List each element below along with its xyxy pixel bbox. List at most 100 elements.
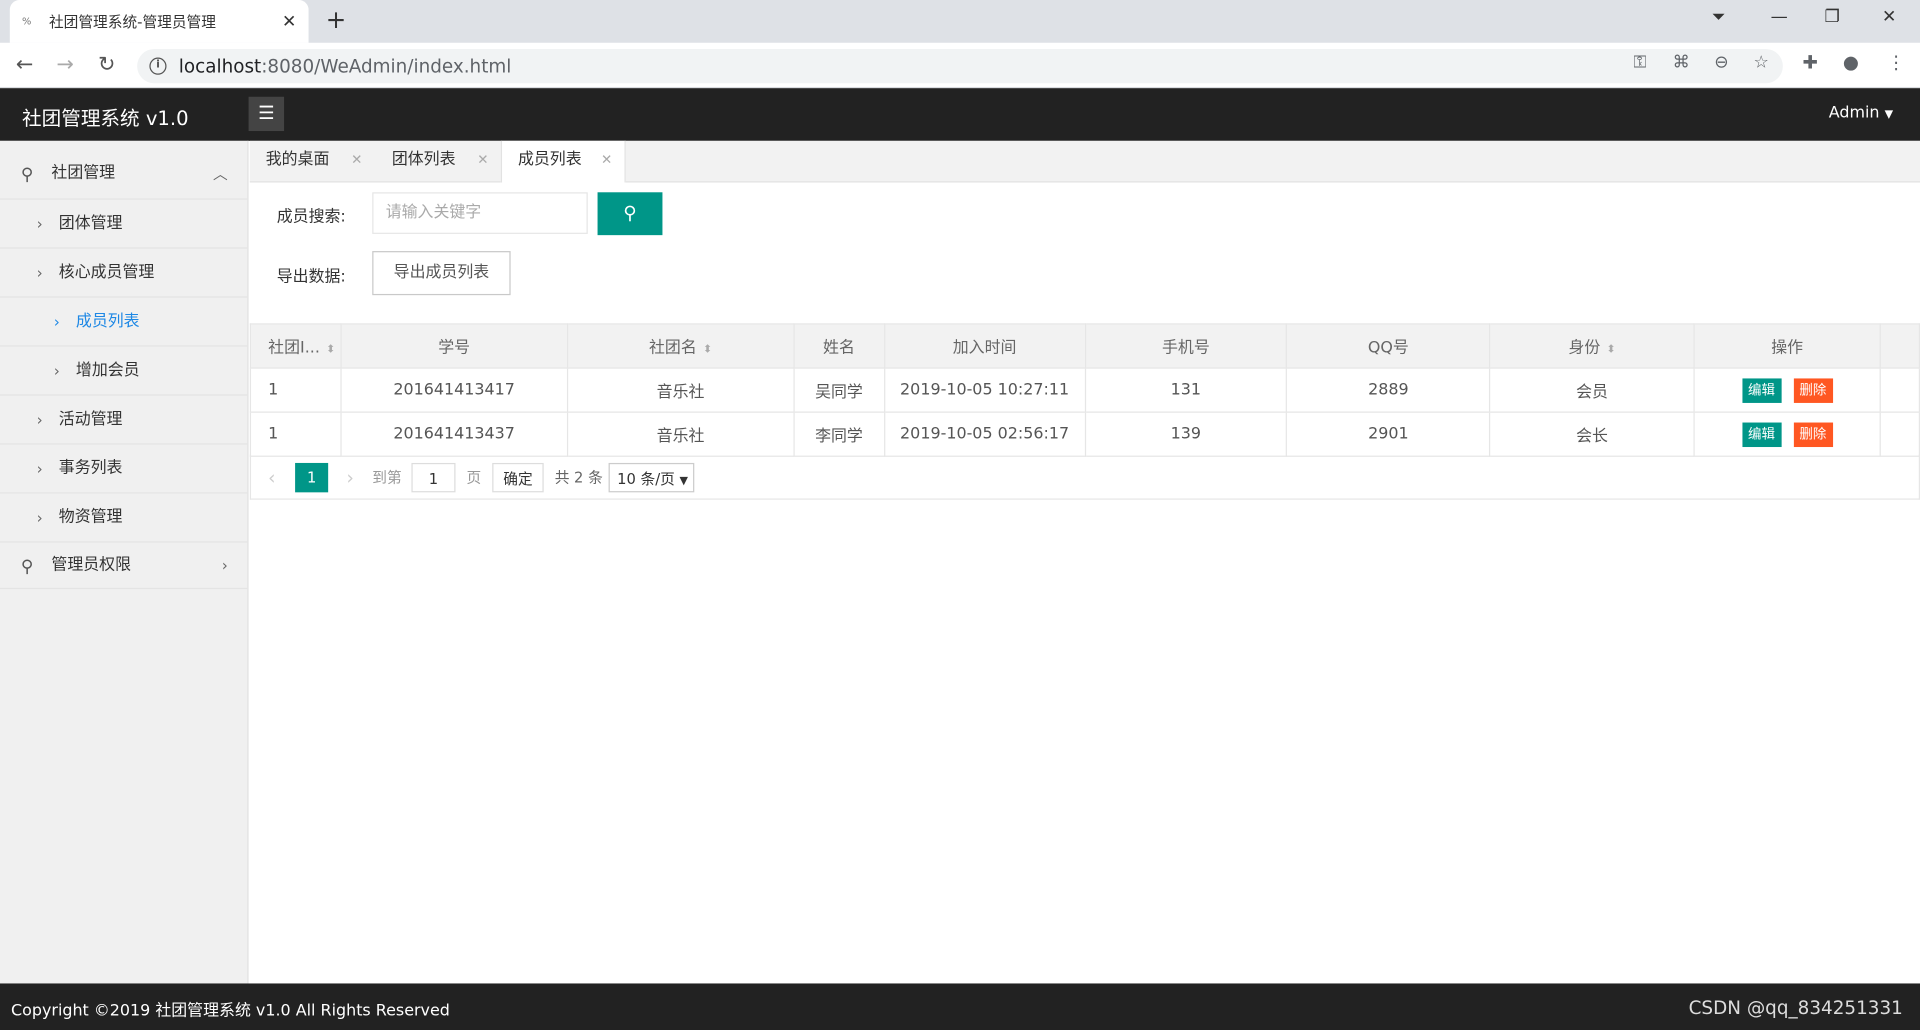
site-info-icon[interactable]: i bbox=[149, 57, 167, 75]
column-header: 学号 bbox=[340, 323, 569, 369]
tab-desktop[interactable]: 我的桌面 ✕ bbox=[250, 141, 375, 183]
profile-menu-icon[interactable]: ⏷ bbox=[1712, 7, 1726, 27]
sidebar-item-member-list[interactable]: › 成员列表 bbox=[0, 298, 248, 347]
translate-icon[interactable]: ⌘ bbox=[1673, 53, 1690, 73]
close-icon[interactable]: ✕ bbox=[477, 141, 488, 180]
column-header: 加入时间 bbox=[883, 323, 1086, 369]
sidebar-group-admin[interactable]: ⚲ 管理员权限 › bbox=[0, 543, 248, 590]
sidebar-item-label: 事务列表 bbox=[58, 459, 123, 478]
chevron-right-icon: › bbox=[36, 264, 43, 282]
export-button[interactable]: 导出成员列表 bbox=[372, 251, 511, 296]
browser-tabstrip: % 社团管理系统-管理员管理 ✕ + ⏷ — ❐ ✕ bbox=[0, 0, 1920, 43]
caret-down-icon: ▼ bbox=[1884, 109, 1894, 122]
account-icon[interactable]: ● bbox=[1843, 51, 1859, 73]
table-header-row: 社团I... ⬍ 学号 社团名 ⬍ 姓名 加入时间 手机号 QQ号 身份 ⬍ 操作 bbox=[249, 323, 1920, 369]
user-menu[interactable]: Admin ▼ bbox=[1829, 104, 1893, 122]
sidebar-group-club[interactable]: ⚲ 社团管理 ︿ bbox=[0, 141, 248, 200]
browser-toolbar: ← → ↻ i localhost:8080/WeAdmin/index.htm… bbox=[0, 42, 1920, 89]
next-page-icon[interactable]: › bbox=[347, 463, 354, 492]
pagination: ‹ 1 › 到第 1 页 确定 共 2 条 10 条/页 ▼ bbox=[249, 454, 1920, 500]
sidebar-item-groups[interactable]: › 团体管理 bbox=[0, 200, 248, 249]
admin-user-icon: ⚲ bbox=[20, 557, 34, 577]
cell-name: 李同学 bbox=[793, 411, 885, 457]
tab-label: 成员列表 bbox=[517, 150, 582, 170]
cell-role: 会长 bbox=[1489, 411, 1695, 457]
sidebar-item-core-members[interactable]: › 核心成员管理 bbox=[0, 249, 248, 298]
page-current[interactable]: 1 bbox=[295, 462, 329, 493]
sidebar-item-label: 团体管理 bbox=[58, 214, 123, 233]
close-window-icon[interactable]: ✕ bbox=[1882, 7, 1896, 27]
new-tab-icon[interactable]: + bbox=[326, 5, 347, 34]
sidebar-group-label: 管理员权限 bbox=[51, 556, 132, 575]
column-header[interactable]: 身份 ⬍ bbox=[1489, 323, 1695, 369]
sidebar-item-affairs[interactable]: › 事务列表 bbox=[0, 445, 248, 494]
chevron-right-icon: › bbox=[36, 215, 43, 233]
delete-button[interactable]: 删除 bbox=[1793, 421, 1833, 447]
chevron-down-icon: ▼ bbox=[679, 475, 689, 488]
sidebar-item-label: 增加会员 bbox=[75, 361, 140, 380]
zoom-icon[interactable]: ⊖ bbox=[1714, 53, 1728, 73]
tab-member-list[interactable]: 成员列表 ✕ bbox=[500, 140, 626, 184]
extensions-icon[interactable]: ✚ bbox=[1802, 51, 1817, 73]
table-row: 1 201641413417 音乐社 吴同学 2019-10-05 10:27:… bbox=[249, 367, 1920, 413]
reload-icon[interactable]: ↻ bbox=[98, 53, 115, 77]
bookmark-star-icon[interactable]: ☆ bbox=[1753, 53, 1768, 73]
sort-icon[interactable]: ⬍ bbox=[1606, 344, 1615, 356]
cell-actions: 编辑 删除 bbox=[1693, 367, 1881, 413]
browser-tab-title: 社团管理系统-管理员管理 bbox=[48, 13, 216, 31]
sort-icon[interactable]: ⬍ bbox=[703, 344, 712, 356]
goto-page-input[interactable]: 1 bbox=[411, 462, 456, 493]
total-count: 共 2 条 bbox=[554, 469, 603, 487]
cell-role: 会员 bbox=[1489, 367, 1695, 413]
sidebar-item-activities[interactable]: › 活动管理 bbox=[0, 396, 248, 445]
table-row: 1 201641413437 音乐社 李同学 2019-10-05 02:56:… bbox=[249, 411, 1920, 457]
search-label: 成员搜索: bbox=[276, 208, 346, 227]
goto-confirm-button[interactable]: 确定 bbox=[492, 462, 544, 493]
chevron-right-icon: › bbox=[36, 411, 43, 429]
cell-joined: 2019-10-05 10:27:11 bbox=[883, 367, 1086, 413]
footer: Copyright ©2019 社团管理系统 v1.0 All Rights R… bbox=[0, 983, 1920, 1030]
content-tabs: 我的桌面 ✕ 团体列表 ✕ 成员列表 ✕ bbox=[249, 140, 1920, 184]
user-name: Admin bbox=[1828, 104, 1880, 123]
user-icon: ⚲ bbox=[20, 165, 34, 185]
menu-toggle-icon[interactable]: ☰ bbox=[248, 96, 285, 132]
sidebar-item-add-member[interactable]: › 增加会员 bbox=[0, 347, 248, 396]
delete-button[interactable]: 删除 bbox=[1793, 377, 1833, 403]
url-text: localhost:8080/WeAdmin/index.html bbox=[178, 55, 512, 78]
cell-qq: 2901 bbox=[1286, 411, 1491, 457]
sidebar-item-label: 核心成员管理 bbox=[58, 263, 155, 282]
chevron-right-icon: › bbox=[53, 313, 60, 331]
app-header: 社团管理系统 v1.0 ☰ Admin ▼ bbox=[0, 88, 1920, 141]
back-icon[interactable]: ← bbox=[16, 53, 33, 77]
tab-group-list[interactable]: 团体列表 ✕ bbox=[376, 141, 501, 183]
close-tab-icon[interactable]: ✕ bbox=[282, 12, 296, 32]
cell-actions: 编辑 删除 bbox=[1693, 411, 1881, 457]
sidebar-item-supplies[interactable]: › 物资管理 bbox=[0, 494, 248, 543]
column-header[interactable]: 社团名 ⬍ bbox=[566, 323, 795, 369]
cell-name: 吴同学 bbox=[793, 367, 885, 413]
minimize-icon[interactable]: — bbox=[1771, 7, 1788, 27]
browser-menu-icon[interactable]: ⋮ bbox=[1887, 51, 1905, 73]
sort-icon[interactable]: ⬍ bbox=[326, 344, 335, 356]
cell-phone: 139 bbox=[1084, 411, 1288, 457]
search-button[interactable]: ⚲ bbox=[597, 192, 663, 236]
search-input[interactable]: 请输入关键字 bbox=[372, 192, 588, 234]
close-icon[interactable]: ✕ bbox=[351, 141, 362, 180]
close-icon[interactable]: ✕ bbox=[601, 141, 612, 180]
cell-student-no: 201641413437 bbox=[340, 411, 569, 457]
chevron-right-icon: › bbox=[221, 557, 228, 575]
restore-icon[interactable]: ❐ bbox=[1824, 7, 1839, 27]
column-header[interactable]: 社团I... ⬍ bbox=[249, 323, 342, 369]
forward-icon[interactable]: → bbox=[56, 53, 73, 77]
browser-tab[interactable]: % 社团管理系统-管理员管理 ✕ bbox=[9, 0, 309, 43]
edit-button[interactable]: 编辑 bbox=[1741, 421, 1782, 447]
edit-button[interactable]: 编辑 bbox=[1741, 377, 1782, 403]
address-bar[interactable]: i localhost:8080/WeAdmin/index.html bbox=[137, 48, 1783, 84]
key-icon[interactable]: ⚿ bbox=[1633, 53, 1646, 73]
cell-club-id: 1 bbox=[249, 411, 342, 457]
chevron-up-icon: ︿ bbox=[213, 165, 228, 183]
page-size-select[interactable]: 10 条/页 ▼ bbox=[608, 462, 695, 493]
prev-page-icon[interactable]: ‹ bbox=[268, 463, 275, 492]
column-header: 姓名 bbox=[793, 323, 885, 369]
sidebar: ⚲ 社团管理 ︿ › 团体管理 › 核心成员管理 › 成员列表 › 增加会员 ›… bbox=[0, 140, 249, 984]
